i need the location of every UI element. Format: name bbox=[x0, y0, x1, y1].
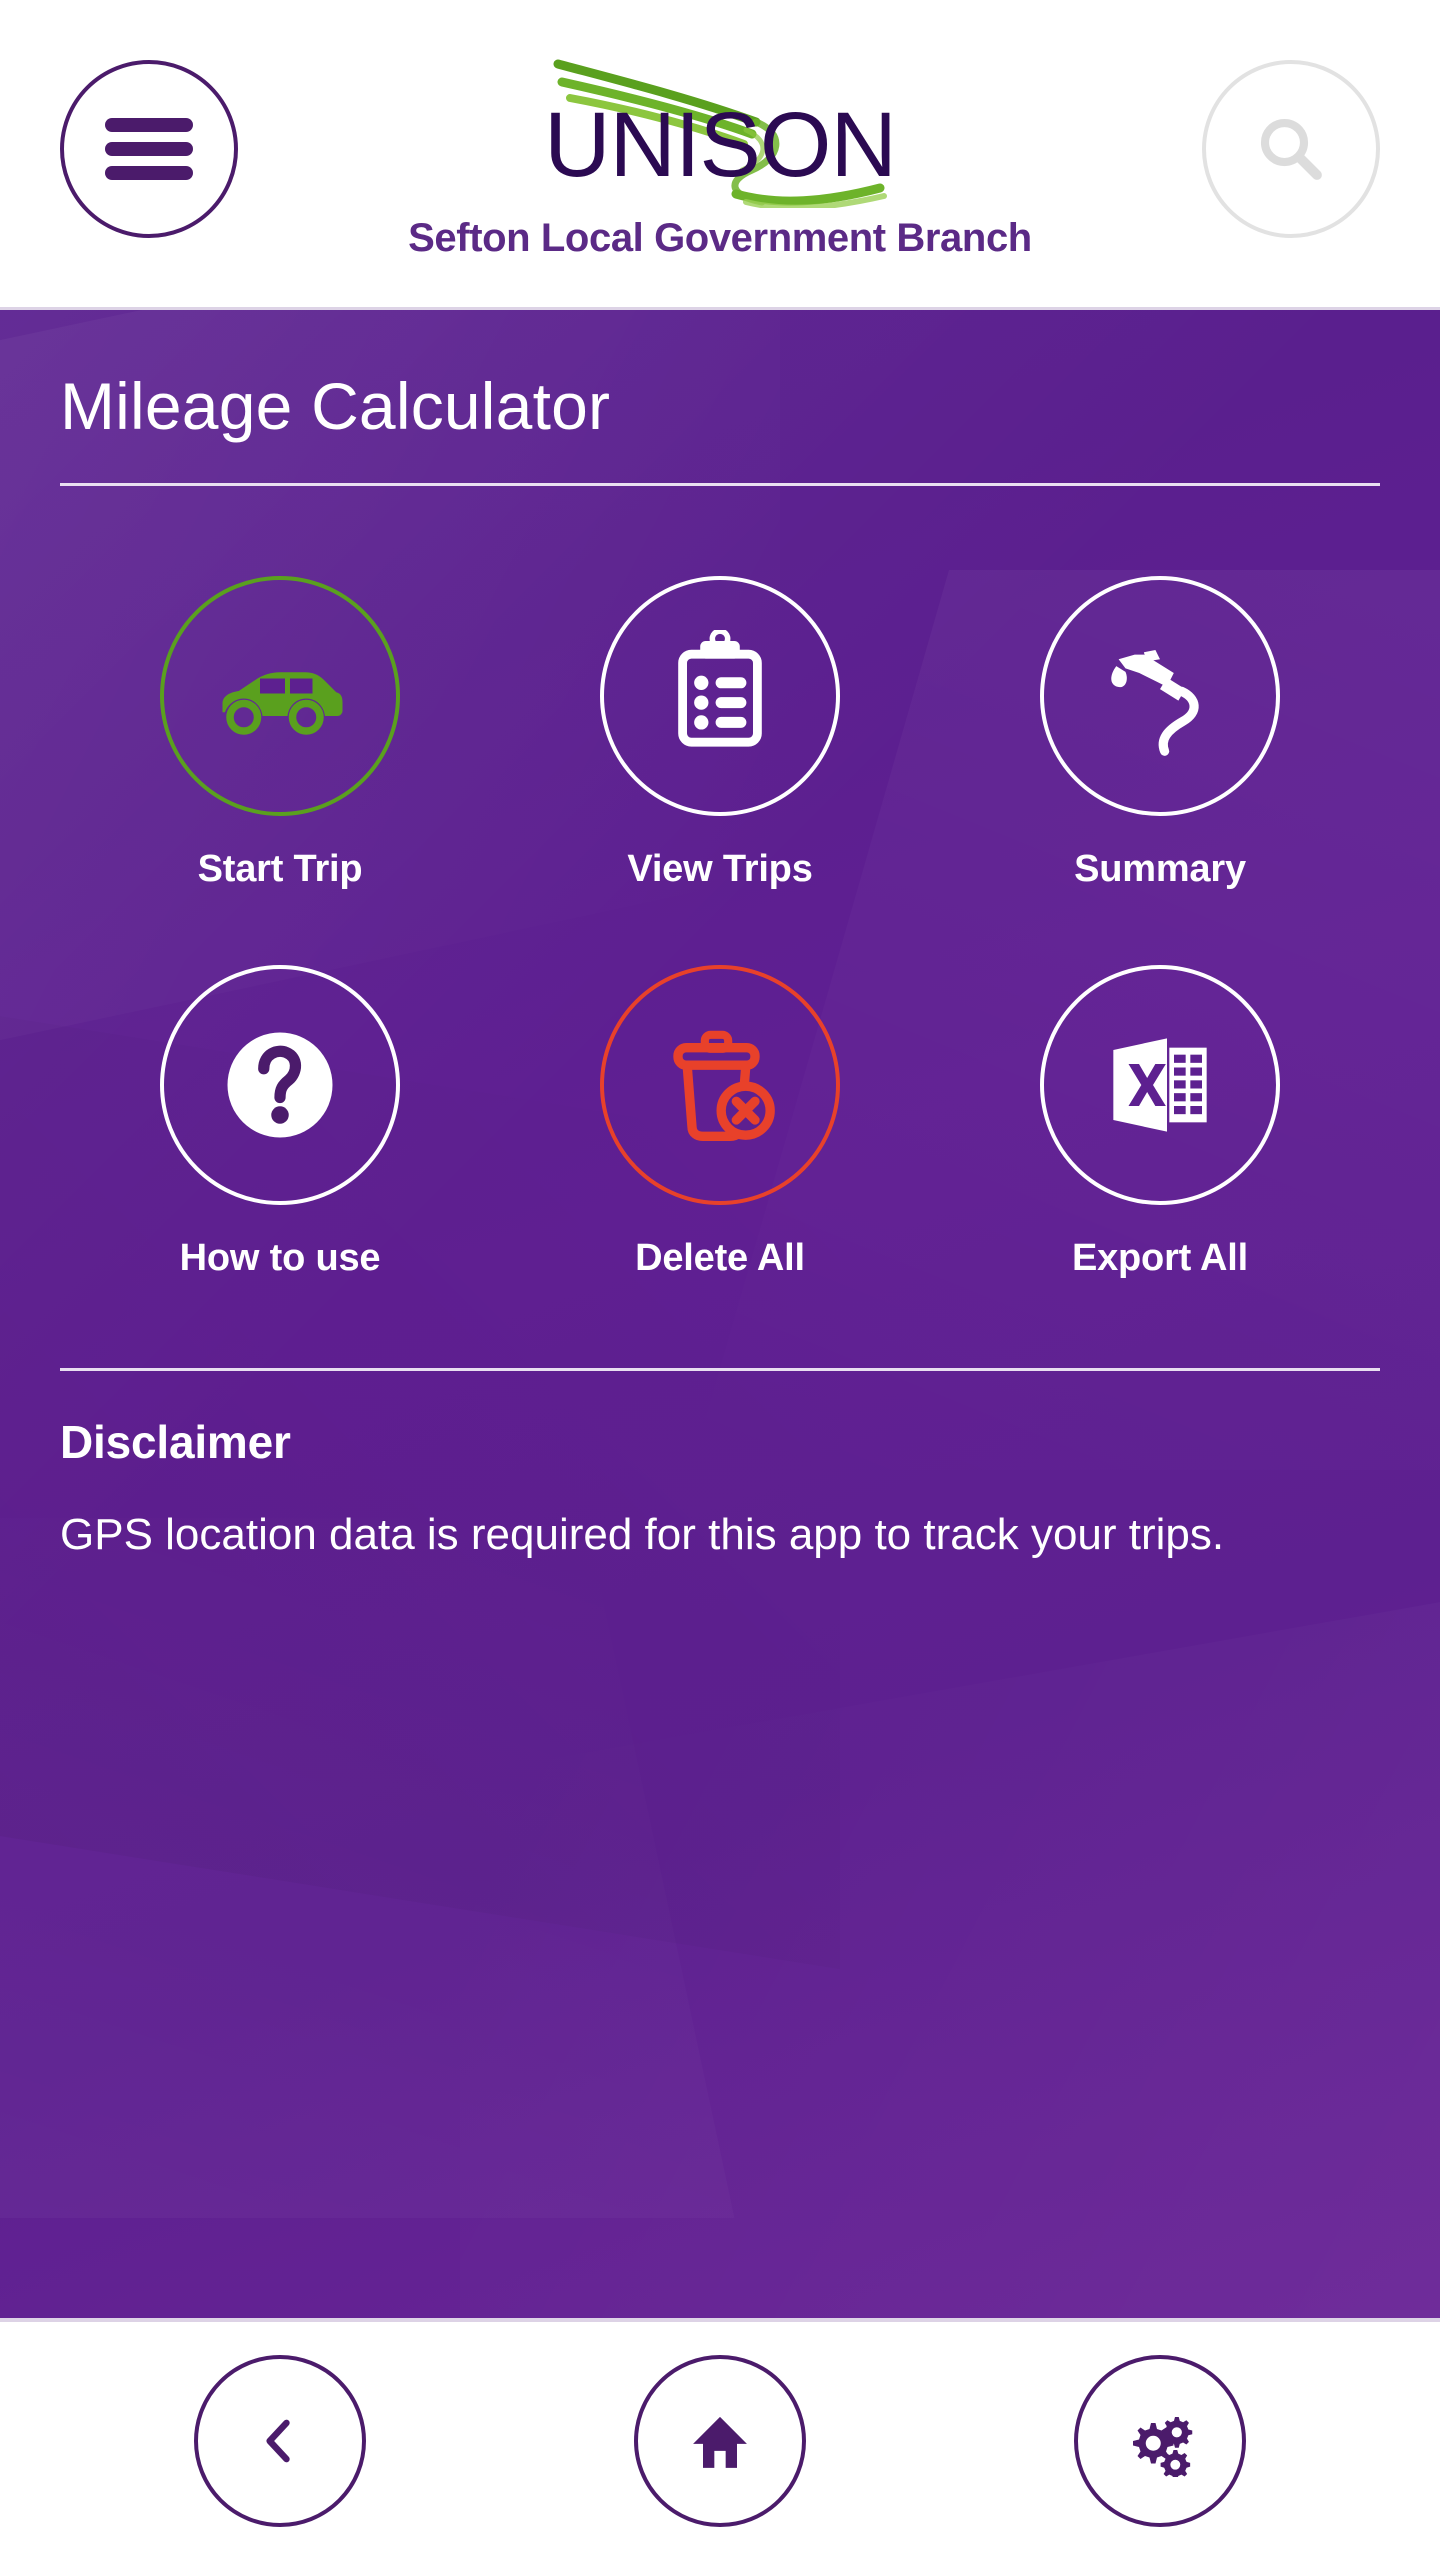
action-how-to-use[interactable]: How to use bbox=[60, 939, 500, 1280]
action-delete-all[interactable]: Delete All bbox=[500, 939, 940, 1280]
background-facet bbox=[0, 1518, 735, 2218]
how-to-use-tile[interactable] bbox=[160, 965, 400, 1205]
action-label: Start Trip bbox=[197, 848, 363, 890]
disclaimer-body: GPS location data is required for this a… bbox=[60, 1510, 1225, 1559]
disclaimer-section: Disclaimer GPS location data is required… bbox=[60, 1368, 1380, 1563]
action-grid-row: How to use Delete All Export All bbox=[60, 939, 1380, 1280]
action-grid-row: Start Trip View Trips Summary bbox=[60, 550, 1380, 891]
background-facet bbox=[460, 1581, 1440, 2318]
action-view-trips[interactable]: View Trips bbox=[500, 550, 940, 891]
action-label: How to use bbox=[179, 1237, 381, 1279]
view-trips-tile[interactable] bbox=[600, 576, 840, 816]
hamburger-menu-button[interactable] bbox=[60, 60, 238, 238]
fuel-pump-icon bbox=[1111, 650, 1199, 756]
excel-file-icon bbox=[1113, 1038, 1207, 1132]
nav-settings-button[interactable] bbox=[1074, 2355, 1246, 2527]
unison-logo-icon: UNISON bbox=[544, 59, 897, 208]
action-label: Delete All bbox=[635, 1237, 805, 1279]
action-grid: Start Trip View Trips Summary How to use… bbox=[60, 550, 1380, 1280]
hamburger-menu-icon bbox=[105, 118, 193, 180]
chevron-left-icon bbox=[266, 2419, 290, 2463]
search-button[interactable] bbox=[1202, 60, 1380, 238]
main-panel: Mileage Calculator Start Trip View Trips… bbox=[0, 310, 1440, 2318]
summary-tile[interactable] bbox=[1040, 576, 1280, 816]
export-all-tile[interactable] bbox=[1040, 965, 1280, 1205]
clipboard-list-icon bbox=[678, 630, 762, 747]
action-export-all[interactable]: Export All bbox=[940, 939, 1380, 1280]
car-icon bbox=[222, 672, 343, 735]
action-label: Summary bbox=[1074, 848, 1246, 890]
unison-logo: UNISON bbox=[540, 36, 900, 208]
branch-name: Sefton Local Government Branch bbox=[408, 216, 1032, 260]
action-summary[interactable]: Summary bbox=[940, 550, 1380, 891]
bottom-navigation bbox=[0, 2322, 1440, 2560]
home-icon bbox=[693, 2416, 747, 2468]
gears-settings-icon bbox=[1133, 2417, 1193, 2477]
question-mark-icon bbox=[227, 1032, 333, 1138]
disclaimer-divider bbox=[60, 1368, 1380, 1371]
disclaimer-title: Disclaimer bbox=[60, 1416, 291, 1468]
delete-all-tile[interactable] bbox=[600, 965, 840, 1205]
nav-home-button[interactable] bbox=[634, 2355, 806, 2527]
start-trip-tile[interactable] bbox=[160, 576, 400, 816]
action-label: Export All bbox=[1071, 1237, 1249, 1279]
trash-delete-icon bbox=[673, 1030, 775, 1141]
search-icon bbox=[1260, 118, 1322, 180]
title-divider bbox=[60, 483, 1380, 486]
action-start-trip[interactable]: Start Trip bbox=[60, 550, 500, 891]
svg-text:UNISON: UNISON bbox=[544, 94, 896, 196]
app-root: UNISON Sefton Local Government Branch Mi… bbox=[0, 0, 1440, 2560]
action-label: View Trips bbox=[627, 848, 813, 890]
nav-back-button[interactable] bbox=[194, 2355, 366, 2527]
page-title: Mileage Calculator bbox=[60, 369, 611, 443]
app-header: UNISON Sefton Local Government Branch bbox=[0, 0, 1440, 310]
